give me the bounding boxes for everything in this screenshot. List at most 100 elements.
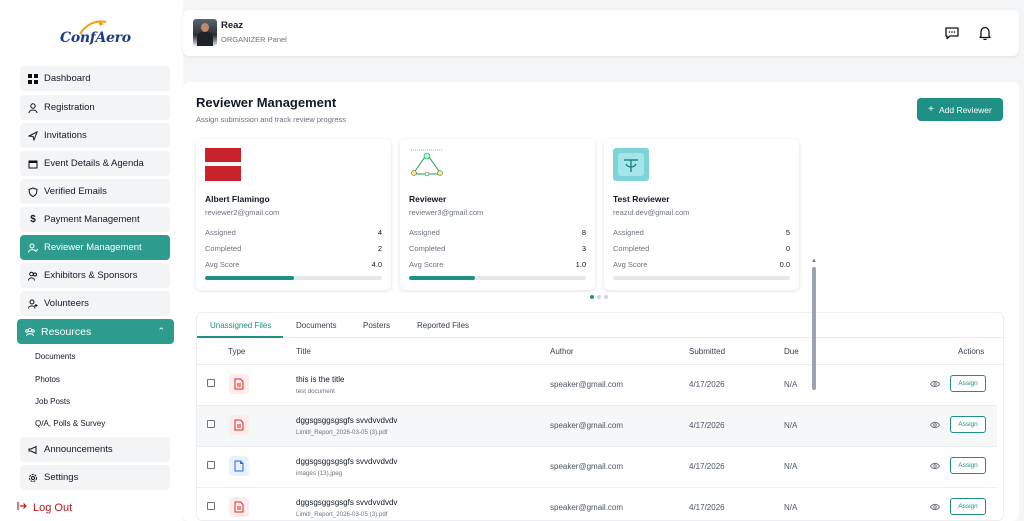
pdf-file-icon [229,374,249,394]
row-checkbox[interactable] [207,379,215,387]
confaero-logo[interactable]: ConfAero [60,20,131,50]
sidebar-item-resources[interactable]: Resources ⌃ [17,319,174,344]
carousel-dot[interactable] [604,295,608,299]
send-icon [28,130,38,141]
sidebar-item-label: Resources [41,325,92,338]
reviewer-card[interactable]: Test Reviewer reazul.dev@gmail.com Assig… [604,139,799,290]
reviewer-card[interactable]: Albert Flamingo reviewer2@gmail.com Assi… [196,139,391,290]
megaphone-icon [28,445,38,455]
table-row[interactable]: this is the title test document speaker@… [197,365,997,406]
carousel-dot[interactable] [590,295,594,299]
image-file-icon [229,456,249,476]
sidebar-item-exhibitors[interactable]: Exhibitors & Sponsors [20,263,170,288]
message-icon[interactable] [944,25,960,41]
sidebar-item-dashboard[interactable]: Dashboard [20,66,170,91]
logout-button[interactable]: Log Out [17,501,72,514]
sidebar-item-reviewer-management[interactable]: Reviewer Management [20,235,170,260]
sidebar-item-invitations[interactable]: Invitations [20,123,170,148]
scrollbar-thumb[interactable] [812,267,816,390]
sidebar-item-label: Reviewer Management [44,242,142,253]
eye-icon[interactable] [930,503,940,511]
col-title: Title [296,347,311,356]
logout-label: Log Out [33,501,73,514]
assign-button[interactable]: Assign [950,498,986,515]
row-author: speaker@gmail.com [550,462,624,471]
add-reviewer-label: Add Reviewer [938,104,992,115]
avatar[interactable] [193,19,217,46]
sidebar-item-verified-emails[interactable]: Verified Emails [20,179,170,204]
tab-posters[interactable]: Posters [363,321,390,330]
top-bar: Reaz ORGANIZER Panel [183,10,1019,56]
row-due: N/A [784,503,798,512]
reviewer-email: reazul.dev@gmail.com [613,208,690,217]
tab-reported-files[interactable]: Reported Files [417,321,469,330]
row-submitted: 4/17/2026 [689,421,725,430]
dollar-icon: $ [30,214,36,225]
tab-unassigned-files[interactable]: Unassigned Files [210,321,271,330]
row-checkbox[interactable] [207,502,215,510]
row-submitted: 4/17/2026 [689,462,725,471]
stat-assigned: Assigned 8 [409,228,586,237]
sidebar-item-volunteers[interactable]: Volunteers [20,291,170,316]
sidebar-item-label: Verified Emails [44,186,107,197]
table-row[interactable]: dggsgsggsgsgfs svvdvvdvdv LimitI_Report_… [197,406,997,447]
row-title: dggsgsggsgsgfs svvdvvdvdv [296,457,398,466]
sidebar-item-label: Exhibitors & Sponsors [44,270,138,281]
reviewer-name: Reviewer [409,194,447,204]
file-tabs: Unassigned Files Documents Posters Repor… [197,313,1005,338]
main-panel: Reviewer Management Assign submission an… [183,82,1019,521]
reviewer-email: reviewer3@gmail.com [409,208,484,217]
scroll-up-arrow[interactable]: ▲ [811,258,817,264]
sidebar-item-label: Payment Management [44,214,140,225]
assign-button[interactable]: Assign [950,457,986,474]
bell-icon[interactable] [977,25,993,41]
eye-icon[interactable] [930,380,940,388]
row-due: N/A [784,462,798,471]
chevron-up-icon: ⌃ [157,326,165,336]
page-subtitle: Assign submission and track review progr… [196,115,347,124]
stat-assigned: Assigned 5 [613,228,790,237]
users-icon [28,271,38,281]
sidebar-item-event-details[interactable]: Event Details & Agenda [20,151,170,176]
row-filename: LimitI_Report_2026-03-05 (3).pdf [296,511,388,518]
carousel-dot[interactable] [597,295,601,299]
row-checkbox[interactable] [207,420,215,428]
plus-icon: + [928,104,934,115]
assign-button[interactable]: Assign [950,416,986,433]
add-reviewer-button[interactable]: + Add Reviewer [917,98,1003,121]
table-row[interactable]: dggsgsggsgsgfs svvdvvdvdv images (13).jp… [197,447,997,488]
sidebar-subitem-photos[interactable]: Photos [35,375,60,384]
eye-icon[interactable] [930,462,940,470]
reviewer-avatar [613,148,649,181]
sidebar-subitem-documents[interactable]: Documents [35,352,75,361]
user-name: Reaz [221,20,244,31]
row-author: speaker@gmail.com [550,421,624,430]
tab-documents[interactable]: Documents [296,321,336,330]
sidebar-item-payment[interactable]: $ Payment Management [20,207,170,232]
sidebar-item-registration[interactable]: Registration [20,95,170,120]
reviewer-avatar [409,148,445,181]
reviewer-name: Albert Flamingo [205,194,270,204]
row-submitted: 4/17/2026 [689,380,725,389]
sidebar-item-label: Event Details & Agenda [44,158,144,169]
col-type: Type [228,347,246,356]
pdf-file-icon [229,415,249,435]
sidebar-item-settings[interactable]: Settings [20,465,170,490]
row-author: speaker@gmail.com [550,503,624,512]
stat-avg-score: Avg Score 4.0 [205,260,382,269]
sidebar-subitem-qa-polls[interactable]: Q/A, Polls & Survey [35,419,105,428]
col-submitted: Submitted [689,347,726,356]
eye-icon[interactable] [930,421,940,429]
table-row[interactable]: dggsgsggsgsgfs svvdvvdvdv LimitI_Report_… [197,488,997,521]
assign-button[interactable]: Assign [950,375,986,392]
row-filename: LimitI_Report_2026-03-05 (3).pdf [296,429,388,436]
sidebar-item-label: Announcements [44,444,113,455]
progress-bar [613,276,790,280]
reviewer-card[interactable]: Reviewer reviewer3@gmail.com Assigned 8 C… [400,139,595,290]
row-checkbox[interactable] [207,461,215,469]
sidebar-subitem-job-posts[interactable]: Job Posts [35,397,70,406]
sidebar-item-label: Dashboard [44,73,91,84]
logo-swoosh-icon [79,20,107,35]
sidebar-item-announcements[interactable]: Announcements [20,437,170,462]
carousel-dots[interactable] [590,295,608,299]
